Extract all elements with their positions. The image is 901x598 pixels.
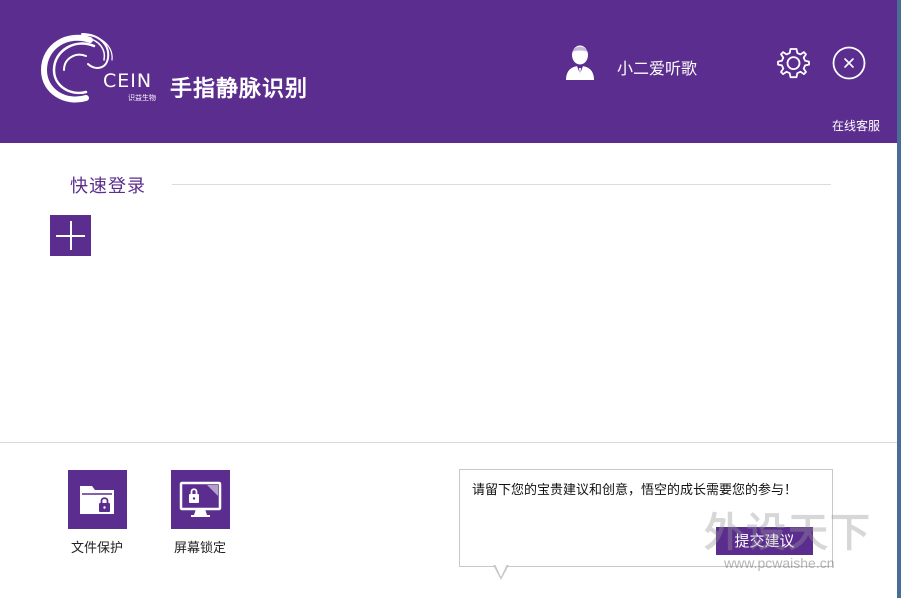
bubble-tail-inner (495, 564, 507, 577)
monitor-lock-icon (179, 481, 221, 517)
cein-logo-icon (40, 33, 113, 103)
footer-divider (0, 442, 897, 443)
quick-login-title: 快速登录 (70, 176, 146, 197)
logo-text: CEIN (103, 70, 153, 92)
feedback-prompt: 请留下您的宝贵建议和创意，悟空的成长需要您的参与！ (472, 483, 798, 498)
plus-icon-vertical (70, 221, 72, 250)
file-protection-label: 文件保护 (70, 541, 123, 556)
logo-subtext: 识益生物 (128, 94, 156, 102)
section-divider (172, 184, 831, 185)
add-user-button[interactable] (50, 215, 91, 256)
submit-suggestion-button[interactable]: 提交建议 (716, 527, 813, 555)
app-window: CEIN 识益生物 手指静脉识别 小二爱听歌 在线客服 快速登录 文件保护 屏幕… (0, 0, 898, 598)
online-service-link[interactable]: 在线客服 (832, 117, 880, 134)
screen-lock-tile (170, 470, 230, 529)
app-title: 手指静脉识别 (170, 77, 309, 102)
gear-icon[interactable] (776, 46, 811, 81)
screen-lock-label: 屏幕锁定 (173, 541, 226, 556)
close-icon[interactable] (832, 46, 866, 80)
header-bar: CEIN 识益生物 手指静脉识别 小二爱听歌 在线客服 (0, 0, 897, 143)
file-protection-tile (67, 470, 127, 529)
file-protection-button[interactable]: 文件保护 (62, 470, 132, 556)
user-avatar-icon (566, 45, 594, 80)
username[interactable]: 小二爱听歌 (617, 55, 697, 79)
screen-lock-button[interactable]: 屏幕锁定 (165, 470, 235, 556)
desktop-edge (897, 0, 901, 598)
folder-lock-icon (79, 486, 114, 514)
